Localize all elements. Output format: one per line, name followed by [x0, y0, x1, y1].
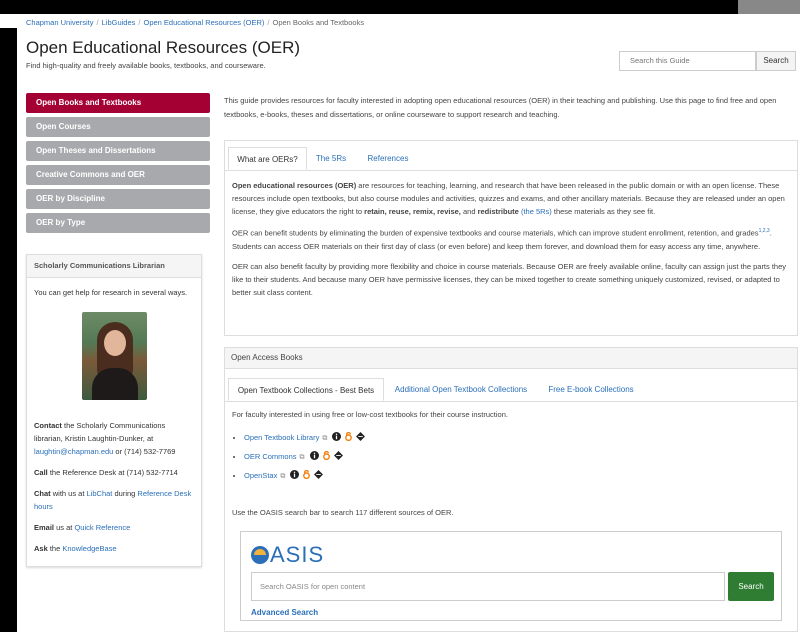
librarian-help: You can get help for research in several…: [34, 288, 188, 297]
openstax-link[interactable]: OpenStax: [244, 471, 277, 480]
oer-tabs: What are OERs? The 5Rs References: [225, 141, 797, 171]
search-guide-button[interactable]: Search: [756, 51, 796, 71]
librarian-box: Scholarly Communications Librarian You c…: [26, 254, 202, 567]
librarian-photo: [81, 312, 147, 400]
info-icon[interactable]: [290, 470, 300, 479]
books-tabs: Open Textbook Collections - Best Bets Ad…: [225, 369, 797, 402]
peer-reviewed-icon[interactable]: [314, 470, 324, 479]
window-corner: [738, 0, 800, 14]
open-textbook-library-link[interactable]: Open Textbook Library: [244, 433, 319, 442]
librarian-call: Call the Reference Desk at (714) 532-771…: [34, 468, 178, 477]
libchat-link[interactable]: LibChat: [87, 489, 113, 498]
open-access-icon[interactable]: [344, 432, 353, 441]
breadcrumb-oer[interactable]: Open Educational Resources (OER): [144, 18, 265, 27]
tab-references[interactable]: References: [363, 147, 413, 170]
nav-item-oer-by-discipline[interactable]: OER by Discipline: [26, 189, 210, 209]
oer-commons-link[interactable]: OER Commons: [244, 452, 297, 461]
librarian-ask: Ask the KnowledgeBase: [34, 544, 117, 553]
librarian-chat: Chat with us at LibChat during Reference…: [34, 489, 192, 511]
tab-best-bets[interactable]: Open Textbook Collections - Best Bets: [228, 378, 384, 401]
oasis-search-widget: ASIS Search OASIS for open content Searc…: [240, 531, 782, 621]
knowledgebase-link[interactable]: KnowledgeBase: [62, 544, 116, 553]
nav-item-open-books[interactable]: Open Books and Textbooks: [26, 93, 210, 113]
breadcrumb-chapman[interactable]: Chapman University: [26, 18, 94, 27]
peer-reviewed-icon[interactable]: [333, 451, 343, 460]
list-item: OER Commons⧉: [244, 451, 789, 463]
search-guide-input[interactable]: [628, 55, 751, 66]
peer-reviewed-icon[interactable]: [356, 432, 366, 441]
open-access-heading: Open Access Books: [225, 348, 797, 369]
guide-nav: Open Books and Textbooks Open Courses Op…: [26, 93, 210, 237]
oer-faculty: OER can also benefit faculty by providin…: [232, 261, 787, 297]
browser-top-bar: [0, 0, 800, 14]
oasis-advanced-search-link[interactable]: Advanced Search: [251, 608, 318, 617]
librarian-email-link[interactable]: laughtin@chapman.edu: [34, 447, 113, 456]
page: Chapman University / LibGuides / Open Educat…: [0, 14, 800, 632]
info-icon[interactable]: [309, 451, 319, 460]
page-frame: Chapman University / LibGuides / Open Educat…: [0, 14, 800, 632]
info-icon[interactable]: [332, 432, 342, 441]
search-guide-field[interactable]: [619, 51, 756, 71]
oer-definition: Open educational resources (OER) are res…: [232, 181, 785, 216]
tab-additional-collections[interactable]: Additional Open Textbook Collections: [391, 378, 531, 401]
textbook-links: Open Textbook Library⧉ OER Commons⧉ Open…: [232, 432, 789, 482]
oasis-logo: ASIS: [251, 542, 324, 568]
what-are-oers-box: What are OERs? The 5Rs References Open e…: [224, 140, 798, 336]
oasis-intro: Use the OASIS search bar to search 117 d…: [232, 508, 454, 517]
list-item: OpenStax⧉: [244, 470, 789, 482]
oasis-logo-icon: [251, 546, 269, 564]
nav-item-oer-by-type[interactable]: OER by Type: [26, 213, 210, 233]
nav-item-open-theses[interactable]: Open Theses and Dissertations: [26, 141, 210, 161]
librarian-heading: Scholarly Communications Librarian: [27, 255, 201, 278]
5rs-link[interactable]: (the 5Rs): [521, 207, 552, 216]
list-item: Open Textbook Library⧉: [244, 432, 789, 444]
librarian-contact: Contact the Scholarly Communications lib…: [34, 421, 176, 456]
nav-item-open-courses[interactable]: Open Courses: [26, 117, 210, 137]
tab-what-are-oers[interactable]: What are OERs?: [228, 147, 307, 170]
best-bets-lead: For faculty interested in using free or …: [232, 410, 508, 419]
page-title: Open Educational Resources (OER): [26, 38, 301, 57]
external-link-icon: ⧉: [299, 454, 305, 461]
window-left-edge: [0, 14, 17, 632]
nav-item-creative-commons[interactable]: Creative Commons and OER: [26, 165, 210, 185]
open-access-books-box: Open Access Books Open Textbook Collecti…: [224, 347, 798, 632]
open-access-icon[interactable]: [302, 470, 311, 479]
librarian-email: Email us at Quick Reference: [34, 523, 131, 532]
quick-reference-link[interactable]: Quick Reference: [74, 523, 130, 532]
tab-free-ebooks[interactable]: Free E-book Collections: [543, 378, 639, 401]
oasis-search-input[interactable]: Search OASIS for open content: [251, 572, 725, 601]
open-access-icon[interactable]: [322, 451, 331, 460]
tab-5rs[interactable]: The 5Rs: [311, 147, 351, 170]
citation-superscript[interactable]: 1,2,3: [759, 228, 770, 234]
breadcrumb: Chapman University / LibGuides / Open Educat…: [26, 18, 365, 27]
breadcrumb-libguides[interactable]: LibGuides: [102, 18, 136, 27]
oasis-search-button[interactable]: Search: [728, 572, 774, 601]
breadcrumb-current: Open Books and Textbooks: [272, 18, 365, 27]
external-link-icon: ⧉: [322, 435, 328, 442]
external-link-icon: ⧉: [280, 473, 286, 480]
intro-text: This guide provides resources for facult…: [224, 96, 777, 119]
page-subtitle: Find high-quality and freely available b…: [26, 61, 266, 70]
oer-students: OER can benefit students by eliminating …: [232, 228, 772, 251]
